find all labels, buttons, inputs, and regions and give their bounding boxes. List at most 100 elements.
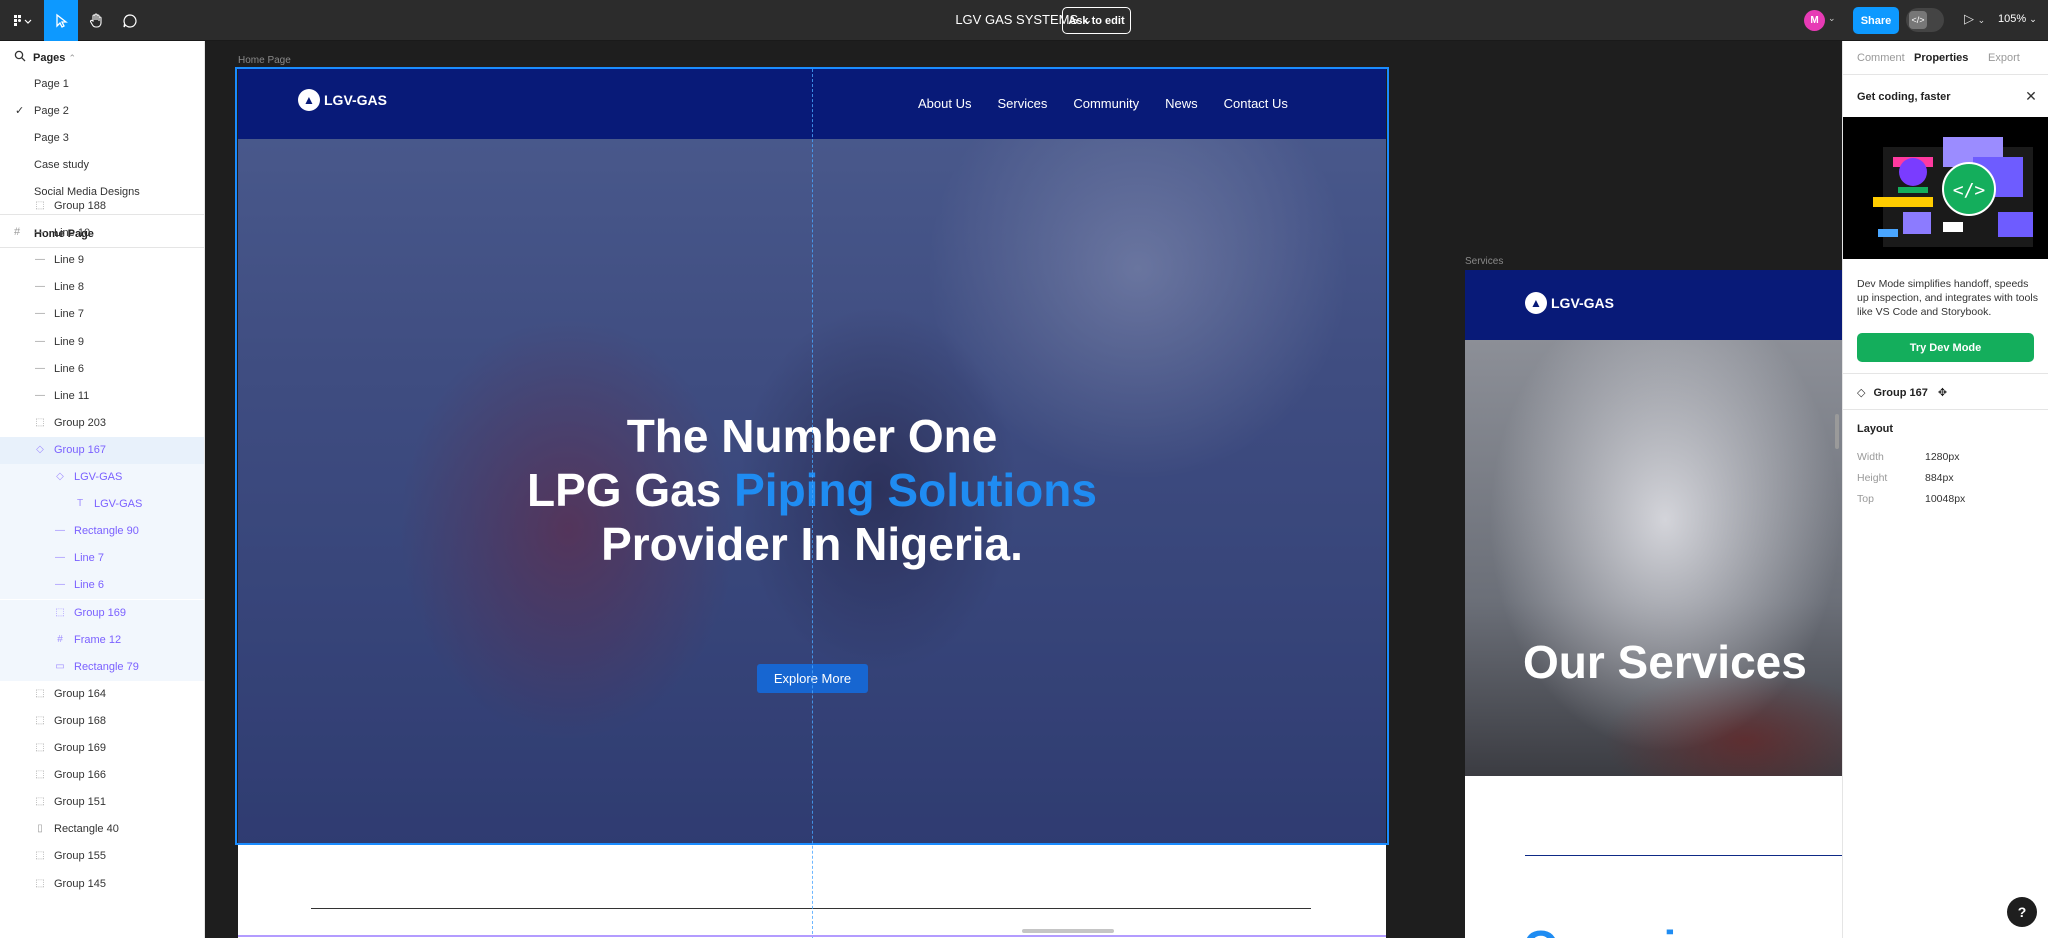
search-icon[interactable] bbox=[14, 50, 26, 62]
prop-key: Width bbox=[1857, 451, 1884, 463]
layer-item[interactable]: ◇ Group 167 bbox=[0, 436, 204, 464]
move-tool-icon[interactable] bbox=[44, 0, 78, 41]
horizontal-scrollbar[interactable] bbox=[1022, 929, 1114, 933]
line-icon: — bbox=[35, 254, 45, 266]
layer-item[interactable]: — Line 9 bbox=[0, 329, 204, 356]
line-icon: — bbox=[35, 227, 45, 239]
flame-logo-icon: ▲ bbox=[1525, 292, 1547, 314]
promo-title: Get coding, faster bbox=[1857, 91, 1951, 103]
tab-comment[interactable]: Comment bbox=[1857, 52, 1905, 64]
layer-item[interactable]: ⬚ Group 203 bbox=[0, 410, 204, 437]
layer-item[interactable]: — Line 7 bbox=[0, 301, 204, 328]
group-icon: ⬚ bbox=[35, 200, 45, 211]
layer-item[interactable]: ◇ LGV-GAS bbox=[0, 464, 204, 491]
try-dev-mode-button[interactable]: Try Dev Mode bbox=[1857, 333, 2034, 362]
layer-item[interactable]: — Line 7 bbox=[0, 545, 204, 573]
layer-item[interactable]: ⬚ Group 169 bbox=[0, 599, 204, 627]
layer-label: Line 7 bbox=[54, 308, 84, 321]
selection-edge-line bbox=[238, 935, 1386, 937]
layer-item[interactable]: — Line 9 bbox=[0, 247, 204, 274]
layer-item[interactable]: — Line 10 bbox=[0, 220, 204, 247]
page-item[interactable]: ✓ Page 2 bbox=[0, 98, 204, 125]
dev-mode-illustration: </> bbox=[1843, 117, 2048, 259]
avatar[interactable]: M bbox=[1804, 10, 1825, 31]
group-icon: ⬚ bbox=[35, 850, 45, 862]
layer-item[interactable]: # Frame 12 bbox=[0, 626, 204, 654]
nav-services[interactable]: Services bbox=[997, 96, 1047, 111]
layer-item[interactable]: ⬚ Group 145 bbox=[0, 871, 204, 898]
brand-name: LGV-GAS bbox=[324, 92, 388, 108]
group-icon: ⬚ bbox=[35, 416, 45, 428]
text-icon: T bbox=[76, 498, 84, 510]
vertical-scrollbar[interactable] bbox=[1835, 414, 1839, 449]
frame-label-services[interactable]: Services bbox=[1465, 256, 1503, 267]
page-item[interactable]: Page 3 bbox=[0, 125, 204, 152]
services-navbar: ▲ LGV-GAS bbox=[1465, 270, 1842, 340]
layer-item[interactable]: ⬚ Group 166 bbox=[0, 762, 204, 789]
layer-label: Line 10 bbox=[54, 227, 91, 240]
layer-label: Group 166 bbox=[54, 769, 106, 782]
group-icon: ⬚ bbox=[35, 796, 45, 808]
file-title[interactable]: LGV GAS SYSTEMS bbox=[955, 12, 1078, 27]
page-item[interactable]: Case study bbox=[0, 152, 204, 179]
comment-tool-icon[interactable] bbox=[114, 4, 146, 37]
hand-tool-icon[interactable] bbox=[80, 4, 112, 37]
play-icon[interactable]: ▷ ⌄ bbox=[1964, 11, 1985, 27]
dev-mode-toggle[interactable]: </> bbox=[1906, 8, 1944, 32]
layer-item[interactable]: — Line 8 bbox=[0, 274, 204, 301]
zoom-level[interactable]: 105% ⌄ bbox=[1998, 13, 2037, 25]
selection-name[interactable]: Group 167 bbox=[1873, 387, 1927, 399]
layer-item[interactable]: ⬚ Group 168 bbox=[0, 708, 204, 735]
nav-community[interactable]: Community bbox=[1073, 96, 1139, 111]
component-icon: ◇ bbox=[56, 471, 64, 482]
nav-about-us[interactable]: About Us bbox=[918, 96, 971, 111]
share-button[interactable]: Share bbox=[1853, 7, 1899, 34]
layer-item[interactable]: T LGV-GAS bbox=[0, 491, 204, 519]
check-icon: ✓ bbox=[15, 105, 25, 117]
help-button[interactable]: ? bbox=[2007, 897, 2037, 927]
layer-item[interactable]: ⬚ Group 164 bbox=[0, 681, 204, 708]
layer-item[interactable]: — Line 6 bbox=[0, 572, 204, 600]
top-toolbar: LGV GAS SYSTEMS ⌄ Ask to edit M ⌄ Share … bbox=[0, 0, 2048, 41]
page-label: Page 1 bbox=[34, 78, 69, 90]
services-section-title: Our primary bbox=[1523, 920, 1786, 938]
layer-label: Line 6 bbox=[54, 362, 84, 375]
flame-logo-icon: ▲ bbox=[298, 89, 320, 111]
layer-item[interactable]: ⬚ Group 188 bbox=[0, 193, 204, 220]
layer-item[interactable]: — Line 6 bbox=[0, 356, 204, 383]
layer-item[interactable]: — Rectangle 90 bbox=[0, 518, 204, 546]
layer-item[interactable]: ⬚ Group 169 bbox=[0, 735, 204, 762]
page-label: Page 2 bbox=[34, 105, 69, 117]
ask-to-edit-button[interactable]: Ask to edit bbox=[1062, 7, 1131, 34]
services-divider-line bbox=[1525, 855, 1842, 856]
services-brand-name: LGV-GAS bbox=[1551, 295, 1615, 311]
layer-item[interactable]: ▭ Rectangle 79 bbox=[0, 653, 204, 681]
prop-value[interactable]: 1280px bbox=[1925, 451, 1959, 463]
move-target-icon[interactable]: ✥ bbox=[1938, 386, 1947, 399]
layer-item[interactable]: — Line 11 bbox=[0, 383, 204, 410]
layer-item[interactable]: ⬚ Group 155 bbox=[0, 843, 204, 870]
nav-news[interactable]: News bbox=[1165, 96, 1198, 111]
layer-item[interactable]: ▯ Rectangle 40 bbox=[0, 816, 204, 843]
nav-contact-us[interactable]: Contact Us bbox=[1224, 96, 1288, 111]
group-icon: ⬚ bbox=[35, 687, 45, 699]
pages-header[interactable]: Pages ⌃ bbox=[0, 41, 204, 75]
tab-properties[interactable]: Properties bbox=[1914, 52, 1968, 64]
site-logo[interactable]: ▲ LGV-GAS bbox=[298, 89, 387, 111]
layer-item[interactable]: ⬚ Group 151 bbox=[0, 789, 204, 816]
design-canvas[interactable]: Home Page ▲ LGV-GAS About Us Services Co… bbox=[205, 41, 1842, 938]
close-icon[interactable]: ✕ bbox=[2023, 88, 2039, 104]
services-site-logo[interactable]: ▲ LGV-GAS bbox=[1525, 292, 1614, 314]
layer-label: Frame 12 bbox=[74, 633, 122, 646]
prop-value[interactable]: 10048px bbox=[1925, 493, 1965, 505]
chevron-down-icon[interactable]: ⌄ bbox=[1828, 13, 1836, 24]
figma-menu-icon[interactable] bbox=[6, 4, 40, 37]
page-item[interactable]: Page 1 bbox=[0, 71, 204, 98]
group-icon: ⬚ bbox=[35, 769, 45, 781]
layer-label: LGV-GAS bbox=[74, 471, 123, 483]
prop-value[interactable]: 884px bbox=[1925, 472, 1954, 484]
frame-label-home[interactable]: Home Page bbox=[238, 55, 291, 66]
line-icon: — bbox=[55, 525, 65, 537]
services-frame[interactable]: ▲ LGV-GAS Our Services Our primary bbox=[1465, 270, 1842, 938]
tab-export[interactable]: Export bbox=[1988, 52, 2020, 64]
